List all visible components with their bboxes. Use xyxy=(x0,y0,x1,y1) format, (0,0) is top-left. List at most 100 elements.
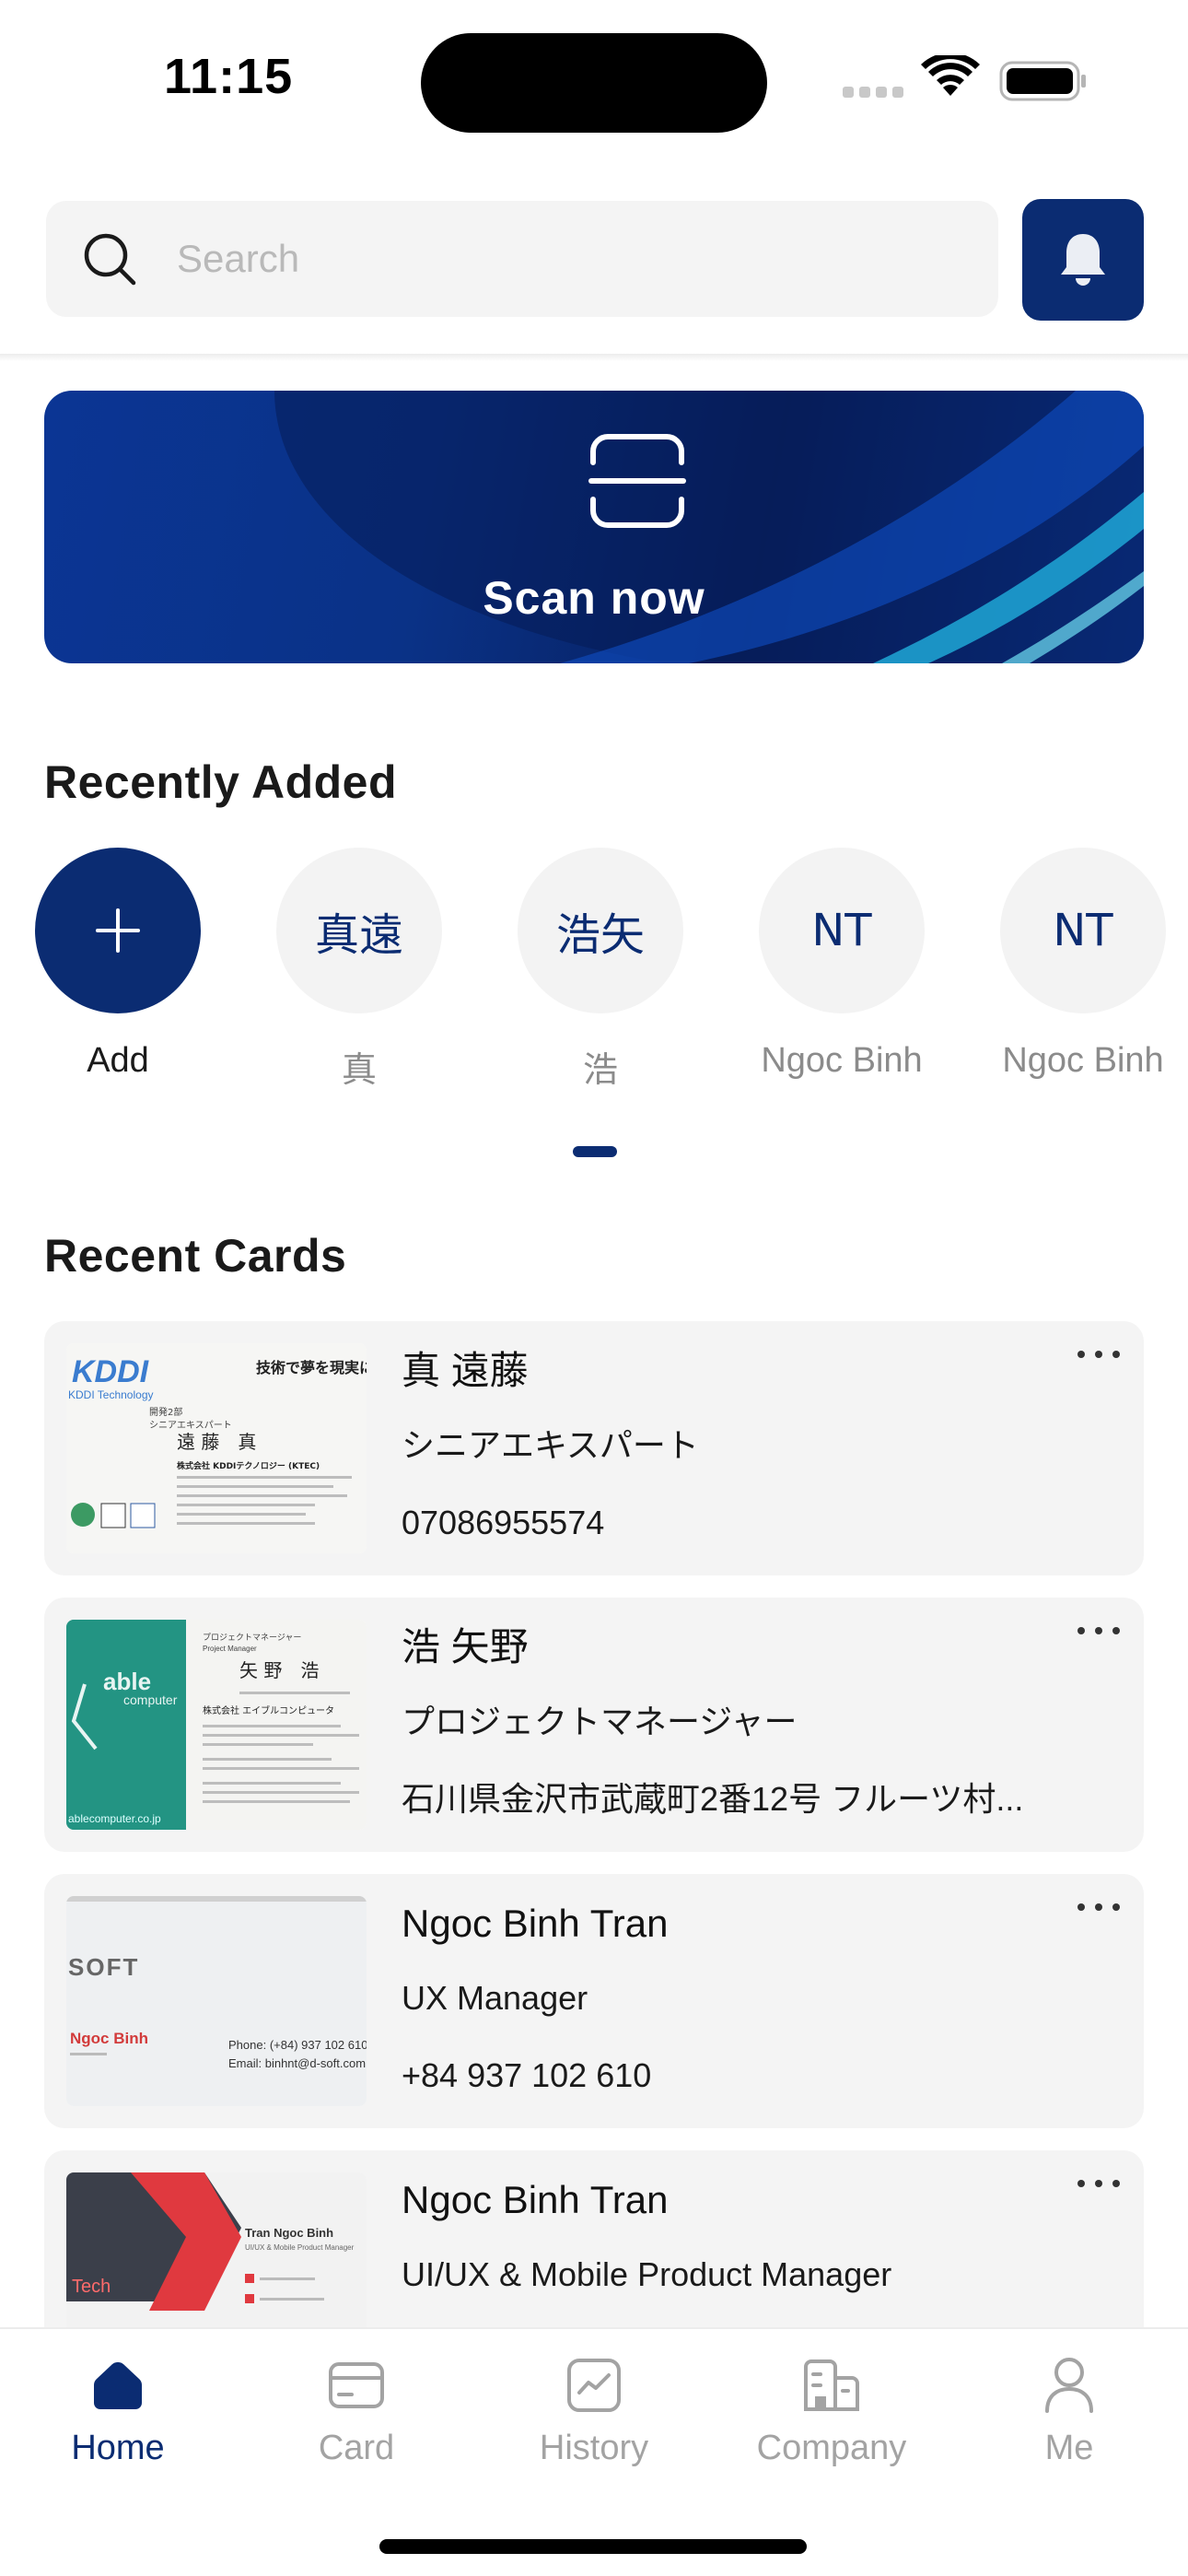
history-icon xyxy=(567,2359,621,2412)
svg-text:ablecomputer.co.jp: ablecomputer.co.jp xyxy=(68,1812,161,1825)
card-item[interactable]: SOFT Ngoc Binh Phone: (+84) 937 102 610 … xyxy=(44,1874,1144,2128)
kddi-logo-text: KDDI xyxy=(72,1354,150,1389)
more-options-button[interactable] xyxy=(1077,2174,1120,2193)
dynamic-island xyxy=(421,33,767,133)
svg-text:シニアエキスパート: シニアエキスパート xyxy=(149,1420,232,1431)
page-indicator xyxy=(573,1146,617,1157)
tab-me[interactable]: Me xyxy=(977,2353,1161,2468)
tab-label: Home xyxy=(71,2429,165,2467)
scan-icon xyxy=(588,434,686,528)
tab-home[interactable]: Home xyxy=(26,2353,210,2468)
notification-button[interactable] xyxy=(1022,199,1144,321)
home-icon xyxy=(94,2362,142,2409)
contact-name: 浩 xyxy=(582,1051,618,1090)
card-title: UI/UX & Mobile Product Manager xyxy=(402,2255,892,2293)
home-indicator xyxy=(379,2539,807,2554)
card-name: 浩 矢野 xyxy=(402,1625,529,1669)
svg-text:Ngoc Binh: Ngoc Binh xyxy=(70,2030,148,2047)
svg-text:KDDI Technology: KDDI Technology xyxy=(68,1388,154,1401)
card-detail: 石川県金沢市武蔵町2番12号 フルーツ村... xyxy=(402,1780,1024,1818)
tab-label: Me xyxy=(1044,2429,1094,2467)
tab-label: Card xyxy=(318,2429,395,2467)
business-card-image: KDDI KDDI Technology 技術で夢を現実に 開発2部 シニアエキ… xyxy=(66,1343,367,1553)
card-detail: 07086955574 xyxy=(402,1504,605,1541)
profile-icon xyxy=(1045,2358,1093,2413)
card-item[interactable]: able computer ablecomputer.co.jp プロジェクトマ… xyxy=(44,1598,1144,1852)
card-thumbnail: KDDI KDDI Technology 技術で夢を現実に 開発2部 シニアエキ… xyxy=(66,1343,367,1553)
contact-avatar: NT xyxy=(759,848,925,1013)
svg-text:Email: binhnt@d-soft.com: Email: binhnt@d-soft.com xyxy=(228,2056,366,2070)
add-contact-button[interactable]: Add xyxy=(26,848,210,1081)
company-icon xyxy=(804,2359,859,2411)
card-title: プロジェクトマネージャー xyxy=(402,1703,798,1740)
card-name: Ngoc Binh Tran xyxy=(402,2178,669,2221)
card-name: 真 遠藤 xyxy=(402,1349,529,1392)
scan-now-label: Scan now xyxy=(483,572,705,624)
tab-history[interactable]: History xyxy=(502,2353,686,2468)
search-input[interactable] xyxy=(177,228,969,289)
card-info: Ngoc Binh Tran UI/UX & Mobile Product Ma… xyxy=(402,2174,1061,2329)
battery-icon xyxy=(999,61,1086,101)
recently-added-title: Recently Added xyxy=(44,756,398,808)
card-info: 浩 矢野 プロジェクトマネージャー 石川県金沢市武蔵町2番12号 フルーツ村..… xyxy=(402,1622,1061,1822)
business-card-image: able computer ablecomputer.co.jp プロジェクトマ… xyxy=(66,1620,367,1830)
card-title: シニアエキスパート xyxy=(402,1426,699,1464)
bell-icon xyxy=(1061,234,1105,286)
svg-text:able: able xyxy=(103,1668,151,1695)
header-divider xyxy=(0,354,1188,361)
business-card-image: SOFT Ngoc Binh Phone: (+84) 937 102 610 … xyxy=(66,1896,367,2106)
card-info: Ngoc Binh Tran UX Manager +84 937 102 61… xyxy=(402,1898,1061,2099)
status-bar: 11:15 xyxy=(0,0,1188,157)
recent-contact[interactable]: 浩矢 浩 xyxy=(508,848,693,1092)
svg-text:プロジェクトマネージャー: プロジェクトマネージャー xyxy=(203,1633,301,1643)
add-label: Add xyxy=(87,1041,149,1080)
search-bar[interactable] xyxy=(46,201,998,317)
contact-name: 真 xyxy=(341,1051,377,1090)
recent-contact[interactable]: 真遠 真 xyxy=(267,848,451,1092)
svg-text:Project Manager: Project Manager xyxy=(203,1645,257,1653)
card-thumbnail: able computer ablecomputer.co.jp プロジェクトマ… xyxy=(66,1620,367,1830)
contact-name: Ngoc Binh xyxy=(761,1041,923,1080)
contact-name: Ngoc Binh xyxy=(1002,1041,1164,1080)
svg-text:矢 野 浩: 矢 野 浩 xyxy=(239,1659,319,1681)
svg-text:computer: computer xyxy=(123,1692,178,1707)
recent-contact[interactable]: NT Ngoc Binh xyxy=(991,848,1175,1081)
plus-icon xyxy=(96,908,140,953)
svg-text:開発2部: 開発2部 xyxy=(149,1406,182,1418)
card-icon xyxy=(329,2362,384,2408)
card-detail: +84 937 102 610 xyxy=(402,2056,652,2094)
card-info: 真 遠藤 シニアエキスパート 07086955574 xyxy=(402,1345,1061,1546)
contact-avatar: NT xyxy=(1000,848,1166,1013)
contact-avatar: 浩矢 xyxy=(518,848,683,1013)
tab-card[interactable]: Card xyxy=(264,2353,448,2468)
svg-text:SOFT: SOFT xyxy=(68,1953,139,1981)
card-name: Ngoc Binh Tran xyxy=(402,1902,669,1945)
card-thumbnail: SOFT Ngoc Binh Phone: (+84) 937 102 610 … xyxy=(66,1896,367,2106)
tab-label: History xyxy=(539,2429,649,2467)
wifi-icon xyxy=(921,55,980,96)
tab-label: Company xyxy=(756,2429,907,2467)
recently-added-row[interactable]: Add 真遠 真 浩矢 浩 NT Ngoc Binh NT Ngoc Binh xyxy=(0,848,1188,1090)
svg-text:UI/UX & Mobile Product Manager: UI/UX & Mobile Product Manager xyxy=(245,2243,355,2252)
recent-cards-title: Recent Cards xyxy=(44,1230,347,1282)
svg-text:株式会社 エイブルコンピュータ: 株式会社 エイブルコンピュータ xyxy=(203,1704,334,1716)
svg-text:株式会社 KDDIテクノロジー (KTEC): 株式会社 KDDIテクノロジー (KTEC) xyxy=(177,1460,320,1471)
card-item[interactable]: KDDI KDDI Technology 技術で夢を現実に 開発2部 シニアエキ… xyxy=(44,1321,1144,1575)
svg-text:遠 藤 真: 遠 藤 真 xyxy=(177,1431,256,1453)
tab-company[interactable]: Company xyxy=(740,2353,924,2468)
recent-contact[interactable]: NT Ngoc Binh xyxy=(750,848,934,1081)
scan-now-banner[interactable]: Scan now xyxy=(44,391,1144,663)
svg-text:Tran Ngoc Binh: Tran Ngoc Binh xyxy=(245,2226,333,2240)
contact-avatar: 真遠 xyxy=(276,848,442,1013)
more-options-button[interactable] xyxy=(1077,1898,1120,1916)
search-icon xyxy=(84,233,136,286)
more-options-button[interactable] xyxy=(1077,1345,1120,1364)
svg-text:Phone: (+84) 937 102 610: Phone: (+84) 937 102 610 xyxy=(228,2038,367,2052)
cellular-signal-icon xyxy=(843,87,903,98)
card-title: UX Manager xyxy=(402,1979,588,2017)
add-circle[interactable] xyxy=(35,848,201,1013)
svg-text:技術で夢を現実に: 技術で夢を現実に xyxy=(256,1359,367,1376)
svg-text:Tech: Tech xyxy=(72,2277,111,2297)
status-time: 11:15 xyxy=(164,49,294,104)
more-options-button[interactable] xyxy=(1077,1622,1120,1640)
